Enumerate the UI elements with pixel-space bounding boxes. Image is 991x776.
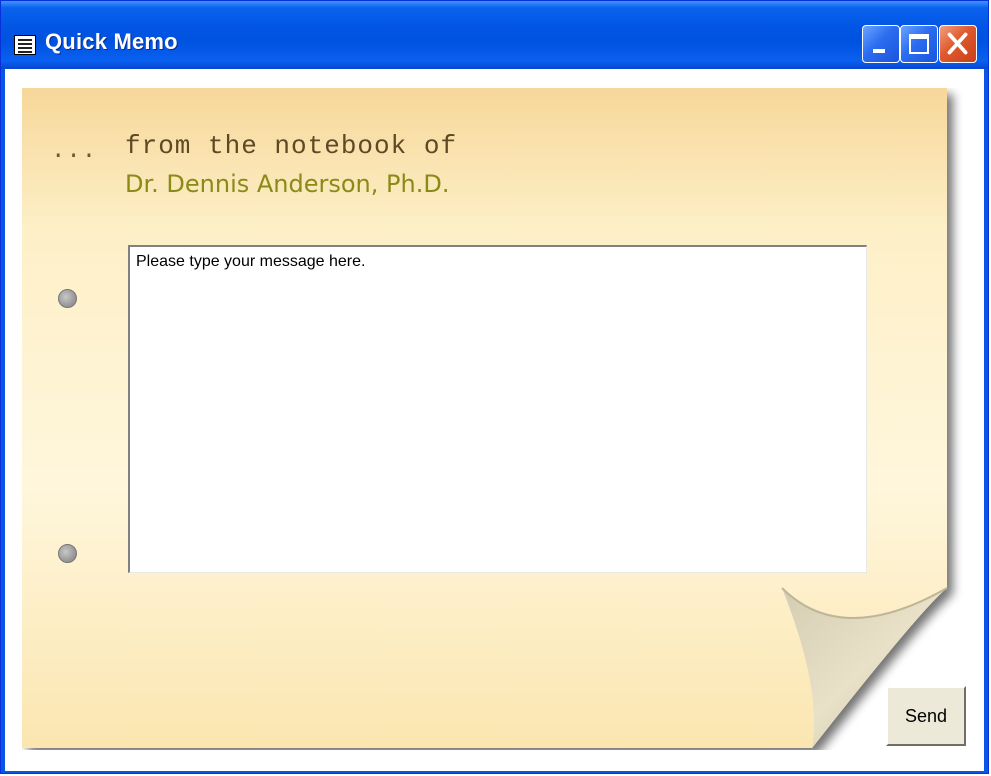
leader-dots: ... bbox=[51, 138, 98, 165]
window-client-area: ... from the notebook of Dr. Dennis Ande… bbox=[5, 69, 984, 771]
send-button[interactable]: Send bbox=[886, 686, 966, 746]
notebook-heading: from the notebook of bbox=[125, 131, 458, 161]
binder-hole-icon bbox=[58, 289, 77, 308]
title-bar[interactable]: Quick Memo bbox=[1, 1, 988, 69]
maximize-icon bbox=[909, 34, 929, 54]
binder-hole-icon bbox=[58, 544, 77, 563]
author-name: Dr. Dennis Anderson, Ph.D. bbox=[125, 170, 450, 198]
notepaper: ... from the notebook of Dr. Dennis Ande… bbox=[22, 88, 972, 750]
quick-memo-window: Quick Memo ... from the notebook of Dr. … bbox=[0, 0, 989, 774]
window-title: Quick Memo bbox=[45, 29, 178, 54]
message-input[interactable]: Please type your message here. bbox=[128, 245, 867, 573]
minimize-button[interactable] bbox=[862, 25, 900, 63]
notepad-icon bbox=[14, 35, 36, 55]
maximize-button[interactable] bbox=[900, 25, 938, 63]
close-button[interactable] bbox=[939, 25, 977, 63]
minimize-icon bbox=[873, 49, 885, 53]
close-icon bbox=[947, 32, 968, 55]
